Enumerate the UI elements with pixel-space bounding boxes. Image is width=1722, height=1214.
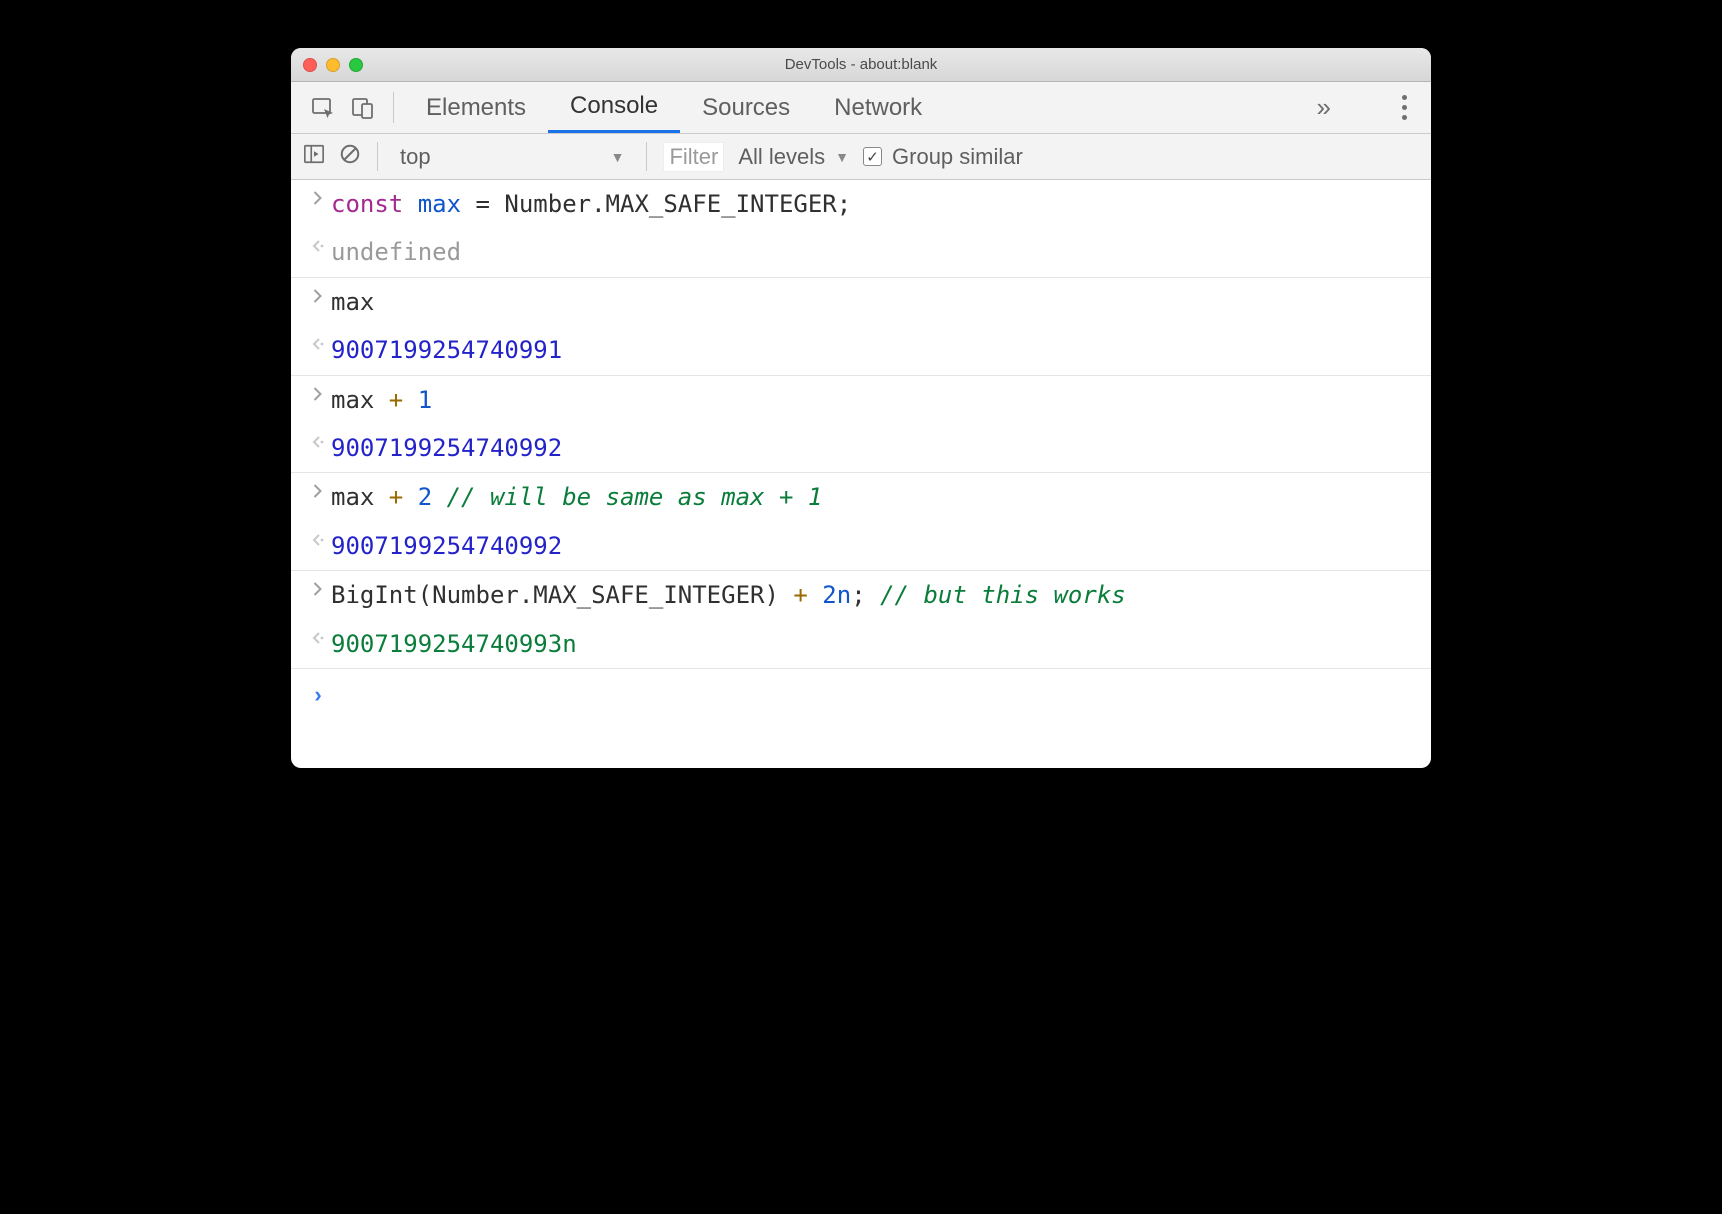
overflow-tabs-icon[interactable]: » <box>1317 92 1335 123</box>
window-controls <box>303 58 363 72</box>
titlebar: DevTools - about:blank <box>291 48 1431 82</box>
filterbar-separator <box>646 142 647 171</box>
input-chevron-icon <box>305 384 331 401</box>
context-selector[interactable]: top ▼ <box>394 144 630 170</box>
console-input-row[interactable]: const max = Number.MAX_SAFE_INTEGER; <box>291 180 1431 228</box>
input-chevron-icon <box>305 579 331 596</box>
tab-sources[interactable]: Sources <box>680 82 812 133</box>
tab-network[interactable]: Network <box>812 82 944 133</box>
console-output-row: undefined <box>291 228 1431 276</box>
output-chevron-icon <box>305 432 331 449</box>
filterbar-separator <box>377 142 378 171</box>
output-chevron-icon <box>305 334 331 351</box>
console-output-row: 9007199254740991 <box>291 326 1431 374</box>
console-input-code: max + 2 // will be same as max + 1 <box>331 481 1419 513</box>
console-input-row[interactable]: BigInt(Number.MAX_SAFE_INTEGER) + 2n; //… <box>291 571 1431 619</box>
minimize-window-button[interactable] <box>326 58 340 72</box>
chevron-down-icon: ▼ <box>835 149 849 165</box>
console-sidebar-toggle-icon[interactable] <box>303 143 325 171</box>
settings-menu-icon[interactable] <box>1392 95 1417 120</box>
console-output-value: undefined <box>331 236 1419 268</box>
clear-console-icon[interactable] <box>339 143 361 171</box>
close-window-button[interactable] <box>303 58 317 72</box>
console-output-value: 9007199254740993n <box>331 628 1419 660</box>
panel-tabs: Elements Console Sources Network <box>404 82 944 133</box>
input-chevron-icon <box>305 188 331 205</box>
console-input-row[interactable]: max + 1 <box>291 376 1431 424</box>
console-entry: max + 2 // will be same as max + 1 900719… <box>291 473 1431 571</box>
console-input-row[interactable]: max + 2 // will be same as max + 1 <box>291 473 1431 521</box>
output-chevron-icon <box>305 236 331 253</box>
levels-label: All levels <box>738 144 825 170</box>
console-output-value: 9007199254740991 <box>331 334 1419 366</box>
console-entry: BigInt(Number.MAX_SAFE_INTEGER) + 2n; //… <box>291 571 1431 669</box>
console-prompt[interactable]: › <box>291 669 1431 718</box>
console-input-code: const max = Number.MAX_SAFE_INTEGER; <box>331 188 1419 220</box>
chevron-down-icon: ▼ <box>611 149 625 165</box>
console-entry: max 9007199254740991 <box>291 278 1431 376</box>
window-title: DevTools - about:blank <box>291 56 1431 73</box>
console-output-value: 9007199254740992 <box>331 432 1419 464</box>
console-input-code: max <box>331 286 1419 318</box>
input-chevron-icon <box>305 481 331 498</box>
output-chevron-icon <box>305 530 331 547</box>
main-toolbar: Elements Console Sources Network » <box>291 82 1431 134</box>
inspect-element-icon[interactable] <box>303 82 343 133</box>
device-toolbar-icon[interactable] <box>343 82 383 133</box>
console-output-row: 9007199254740993n <box>291 620 1431 668</box>
console-input-code: max + 1 <box>331 384 1419 416</box>
console-output-row: 9007199254740992 <box>291 522 1431 570</box>
console-output-value: 9007199254740992 <box>331 530 1419 562</box>
output-chevron-icon <box>305 628 331 645</box>
console-entry: const max = Number.MAX_SAFE_INTEGER;unde… <box>291 180 1431 278</box>
tab-console[interactable]: Console <box>548 82 680 133</box>
console-output: const max = Number.MAX_SAFE_INTEGER;unde… <box>291 180 1431 669</box>
toolbar-separator <box>393 92 394 123</box>
input-chevron-icon <box>305 286 331 303</box>
console-output-row: 9007199254740992 <box>291 424 1431 472</box>
zoom-window-button[interactable] <box>349 58 363 72</box>
group-similar-label: Group similar <box>892 144 1023 170</box>
devtools-window: DevTools - about:blank Elements Console … <box>291 48 1431 768</box>
console-filter-bar: top ▼ Filter All levels ▼ ✓ Group simila… <box>291 134 1431 180</box>
tab-elements[interactable]: Elements <box>404 82 548 133</box>
console-entry: max + 1 9007199254740992 <box>291 376 1431 474</box>
log-level-selector[interactable]: All levels ▼ <box>738 144 849 170</box>
group-similar-checkbox[interactable]: ✓ <box>863 147 882 166</box>
context-label: top <box>400 144 431 170</box>
console-input-code: BigInt(Number.MAX_SAFE_INTEGER) + 2n; //… <box>331 579 1419 611</box>
console-input-row[interactable]: max <box>291 278 1431 326</box>
filter-input[interactable]: Filter <box>663 142 724 172</box>
prompt-chevron-icon: › <box>305 677 331 710</box>
